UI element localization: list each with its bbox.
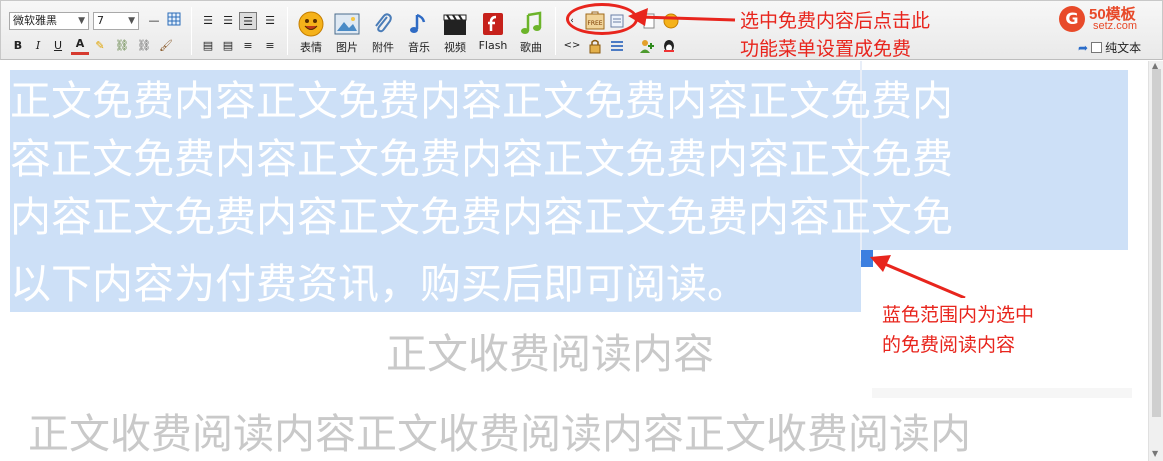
scroll-down-icon[interactable]: ▼ xyxy=(1152,449,1158,458)
scrollbar-thumb[interactable] xyxy=(1152,69,1161,417)
plain-text-toggle[interactable]: ➦ 纯文本 xyxy=(1078,39,1141,56)
align-left-icon[interactable]: ☰ xyxy=(199,12,217,30)
qq-penguin-icon[interactable] xyxy=(661,38,677,54)
align-center-icon[interactable]: ☰ xyxy=(219,12,237,30)
highlighter-icon[interactable]: ✎ xyxy=(91,37,109,55)
image-label: 图片 xyxy=(336,41,358,54)
image-button[interactable]: 图片 xyxy=(329,11,365,57)
attachment-button[interactable]: 附件 xyxy=(365,11,401,57)
add-user-icon[interactable] xyxy=(639,38,655,54)
smiley-icon xyxy=(298,11,324,37)
unordered-list-icon[interactable]: ≡ xyxy=(261,37,279,55)
highlight-ring xyxy=(566,3,638,35)
flash-icon xyxy=(483,13,503,35)
music-note-icon xyxy=(410,13,426,33)
emoticon-small-icon[interactable] xyxy=(663,13,679,29)
font-size-select[interactable]: 7 ▼ xyxy=(93,12,139,30)
flash-label: Flash xyxy=(478,39,508,52)
indent-icon[interactable]: ▤ xyxy=(199,37,217,55)
chevron-down-icon: ▼ xyxy=(128,16,135,26)
chevron-down-icon: ▼ xyxy=(78,16,85,26)
song-label: 歌曲 xyxy=(520,41,542,54)
insert-list-icon[interactable] xyxy=(609,38,625,54)
underline-button[interactable]: U xyxy=(49,37,67,55)
paperclip-icon xyxy=(375,13,392,33)
free-content-line[interactable]: 容正文免费内容正文免费内容正文免费内容正文免费 xyxy=(10,130,953,188)
vertical-scrollbar[interactable]: ▲ ▼ xyxy=(1148,61,1163,461)
unlink-icon[interactable]: ⛓ xyxy=(135,37,153,55)
music-button[interactable]: 音乐 xyxy=(401,11,437,57)
plain-text-checkbox[interactable] xyxy=(1091,42,1103,53)
free-content-line[interactable]: 正文免费内容正文免费内容正文免费内容正文免费内 xyxy=(10,72,953,130)
toolbar-separator xyxy=(555,7,556,55)
annotation-top-line-2: 功能菜单设置成免费 xyxy=(740,38,912,58)
page-icon[interactable] xyxy=(641,13,657,29)
video-button[interactable]: 视频 xyxy=(437,11,473,57)
clapperboard-icon xyxy=(443,14,467,35)
lock-icon[interactable] xyxy=(587,38,603,54)
brush-icon[interactable]: 🖌 xyxy=(157,37,175,55)
free-content-line[interactable]: 以下内容为付费资讯，购买后即可阅读。 xyxy=(10,255,748,313)
font-family-select[interactable]: 微软雅黑 ▼ xyxy=(9,12,89,30)
emoji-label: 表情 xyxy=(300,41,322,54)
italic-button[interactable]: I xyxy=(29,37,47,55)
brand-logo: G 50模板 setz.com xyxy=(1059,3,1159,33)
emoji-button[interactable]: 表情 xyxy=(293,11,329,57)
brand-logo-icon: G xyxy=(1059,6,1085,32)
paid-content-title[interactable]: 正文收费阅读内容 xyxy=(386,320,714,380)
align-justify-icon[interactable]: ☰ xyxy=(239,12,257,30)
toolbar-separator xyxy=(287,7,288,55)
song-button[interactable]: 歌曲 xyxy=(513,11,549,57)
attachment-label: 附件 xyxy=(372,41,394,54)
source-code-icon[interactable]: <> xyxy=(563,37,581,55)
brand-site: setz.com xyxy=(1093,20,1138,32)
bold-button[interactable]: B xyxy=(9,37,27,55)
paid-content-body[interactable]: 正文收费阅读内容正文收费阅读内容正文收费阅读内 xyxy=(28,400,971,460)
music-label: 音乐 xyxy=(408,41,430,54)
toolbar-separator xyxy=(191,7,192,55)
flash-button[interactable]: Flash xyxy=(475,11,511,57)
font-size-value: 7 xyxy=(97,14,104,27)
selection-end-handle[interactable] xyxy=(861,250,873,267)
ordered-list-icon[interactable]: ≡ xyxy=(239,37,257,55)
annotation-side-line-2: 的免费阅读内容 xyxy=(882,334,1016,356)
link-icon[interactable]: ⛓ xyxy=(113,37,131,55)
image-icon xyxy=(334,13,360,35)
annotation-top-line-1: 选中免费内容后点击此 xyxy=(740,10,931,32)
horizontal-rule-icon[interactable]: — xyxy=(145,12,163,30)
annotation-side-line-1: 蓝色范围内为选中 xyxy=(882,304,1035,326)
align-right-icon[interactable]: ☰ xyxy=(261,12,279,30)
song-icon xyxy=(521,11,542,34)
divider xyxy=(872,388,1132,398)
plain-text-label: 纯文本 xyxy=(1105,41,1142,55)
free-content-line[interactable]: 内容正文免费内容正文免费内容正文免费内容正文免 xyxy=(10,188,953,246)
font-color-icon[interactable]: A xyxy=(71,37,89,55)
video-label: 视频 xyxy=(444,41,466,54)
font-family-value: 微软雅黑 xyxy=(13,14,57,27)
table-icon[interactable] xyxy=(165,12,183,30)
redo-arrow-icon: ➦ xyxy=(1078,41,1089,55)
outdent-icon[interactable]: ▤ xyxy=(219,37,237,55)
